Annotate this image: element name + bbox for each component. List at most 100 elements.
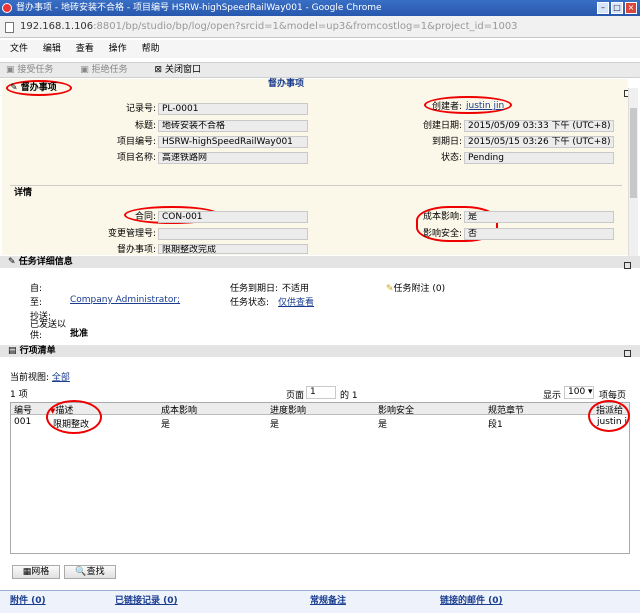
task-to-link[interactable]: Company Administrator; (70, 295, 180, 305)
col-header-cost[interactable]: 成本影响 (161, 403, 197, 416)
tab-record[interactable]: ✎ 督办事项 (10, 81, 57, 95)
menu-edit[interactable]: 编辑 (43, 44, 61, 54)
reject-task-label: 拒绝任务 (91, 65, 128, 75)
task-attach-button[interactable]: ✎任务附注 (0) (386, 281, 445, 294)
footer-tabs: 附件 (0) 已链接记录 (0) 常规备注 链接的邮件 (0) (0, 590, 640, 613)
record-no-field: PL-0001 (158, 103, 308, 115)
close-icon[interactable]: × (625, 2, 637, 14)
page-icon (5, 22, 14, 33)
close-window-button[interactable]: ⊠ 关闭窗口 (155, 65, 213, 75)
of-label: 的 1 (340, 388, 358, 401)
task-collapse-icon[interactable] (624, 262, 631, 269)
col-header-schedule[interactable]: 进度影响 (270, 403, 306, 416)
task-heading: ✎ 任务详细信息 (8, 255, 73, 269)
details-heading: 详情 (14, 188, 33, 198)
task-heading-label: 任务详细信息 (18, 257, 73, 267)
change-label: 变更管理号: (107, 229, 156, 239)
total-pages: 1 (351, 391, 358, 401)
safety-impact-label: 影响安全: (422, 229, 462, 239)
desc-highlight (46, 400, 102, 434)
linked-records-tab[interactable]: 已链接记录 (0) (115, 593, 178, 606)
col-header-safety[interactable]: 影响安全 (378, 403, 414, 416)
edit-icon: ✎ (10, 83, 21, 93)
table-row[interactable]: 001 限期整改 是 是 是 段1 justin j (11, 416, 629, 430)
page-input[interactable]: 1 (306, 386, 336, 399)
maximize-icon[interactable]: □ (611, 2, 623, 14)
record-scrollbar[interactable] (628, 88, 638, 256)
reject-task-button[interactable]: ▣ 拒绝任务 (80, 65, 139, 75)
cell-schedule: 是 (270, 420, 280, 430)
find-button[interactable]: 🔍查找 (64, 565, 116, 579)
task-from-label: 自: (30, 284, 43, 294)
cell-cost: 是 (161, 420, 171, 430)
menu-view[interactable]: 查看 (76, 44, 94, 54)
col-header-no[interactable]: 编号 (14, 403, 32, 416)
per-page-select[interactable]: 100 ▾ (564, 386, 594, 399)
minimize-icon[interactable]: – (597, 2, 609, 14)
item-label: 督办事项: (116, 245, 156, 255)
assignee-highlight (588, 400, 630, 432)
created-label: 创建日期: (422, 121, 462, 131)
grid-header-row (11, 403, 629, 415)
items-header-bar (0, 345, 640, 357)
cost-impact-label: 成本影响: (422, 212, 462, 222)
menu-bar: 文件 编辑 查看 操作 帮助 (0, 40, 640, 58)
items-heading-label: 行项清单 (19, 346, 56, 356)
task-state-link[interactable]: 仅供查看 (278, 295, 314, 308)
current-view: 当前视图: 全部 (10, 370, 70, 383)
task-state-label: 任务状态: (230, 298, 270, 308)
details-divider (10, 185, 622, 186)
menu-file[interactable]: 文件 (10, 44, 28, 54)
grid-icon: ▦ (22, 567, 32, 577)
col-header-spec[interactable]: 规范章节 (488, 403, 524, 416)
items-heading: ▤ 行项清单 (8, 344, 56, 358)
toolbar: ▣ 接受任务 ▣ 拒绝任务 ⊠ 关闭窗口 (0, 62, 640, 78)
item-count: 1 项 (10, 390, 28, 400)
menu-action[interactable]: 操作 (109, 44, 127, 54)
chrome-icon (2, 3, 12, 13)
contract-field: CON-001 (158, 211, 308, 223)
creator-label: 创建者: (431, 102, 462, 112)
address-bar[interactable]: 192.168.1.106:8801/bp/studio/bp/log/open… (0, 16, 640, 38)
current-view-label: 当前视图: (10, 373, 50, 383)
page-title: 督办事项 (268, 79, 305, 89)
task-to-label: 至: (30, 298, 43, 308)
record-scrollbar-thumb[interactable] (630, 108, 637, 198)
general-notes-tab[interactable]: 常规备注 (310, 593, 346, 606)
cost-impact-field: 是 (464, 211, 614, 223)
creator-link[interactable]: justin jin (466, 101, 504, 111)
project-name-field: 高速铁路网 (158, 152, 308, 164)
task-due-value: 不适用 (282, 284, 310, 294)
project-code-field: HSRW-highSpeedRailWay001 (158, 136, 308, 148)
url-path: :8801/bp/studio/bp/log/open?srcid=1&mode… (93, 21, 518, 32)
task-attach-label: 任务附注 (0) (393, 284, 446, 294)
current-view-link[interactable]: 全部 (52, 373, 70, 383)
due-field: 2015/05/15 03:26 下午 (UTC+8) (464, 136, 614, 148)
task-sent-label: 已发送以供: (30, 320, 67, 341)
cell-no: 001 (14, 417, 32, 427)
show-label: 显示 (543, 391, 562, 401)
edit-icon: ✎ (8, 257, 19, 267)
tab-record-label: 督办事项 (20, 83, 57, 93)
status-field: Pending (464, 152, 614, 164)
grid-button[interactable]: ▦网格 (12, 565, 60, 579)
contract-label: 合同: (134, 212, 156, 222)
page-label: 页面 (286, 391, 305, 401)
menu-help[interactable]: 帮助 (142, 44, 160, 54)
project-code-label: 项目编号: (116, 137, 156, 147)
search-icon: 🔍 (75, 567, 87, 577)
linked-mail-tab[interactable]: 链接的邮件 (0) (440, 593, 503, 606)
created-field: 2015/05/09 03:33 下午 (UTC+8) (464, 120, 614, 132)
due-label: 到期日: (431, 137, 462, 147)
of-text: 的 (340, 391, 350, 401)
url-host: 192.168.1.106 (20, 21, 94, 32)
items-collapse-icon[interactable] (624, 350, 631, 357)
window-controls: – □ × (597, 2, 637, 14)
status-label: 状态: (440, 153, 462, 163)
title-label: 标题: (134, 121, 156, 131)
change-field (158, 228, 308, 240)
task-sent-value: 批准 (70, 329, 89, 339)
record-no-label: 记录号: (125, 104, 156, 114)
accept-task-button[interactable]: ▣ 接受任务 (6, 65, 65, 75)
attachments-tab[interactable]: 附件 (0) (10, 593, 46, 606)
